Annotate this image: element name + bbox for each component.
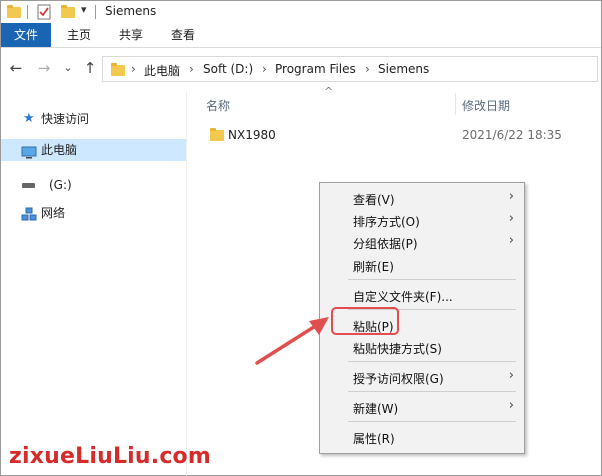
address-bar[interactable]: › 此电脑 › Soft (D:) › Program Files › Siem… — [102, 56, 598, 82]
sidebar-item-label: 网络 — [41, 206, 66, 220]
menu-item-view[interactable]: 查看(V) › — [320, 187, 524, 209]
menu-item-label: 新建(W) — [353, 402, 399, 416]
menu-separator — [348, 361, 516, 362]
file-name: NX1980 — [228, 128, 276, 142]
chevron-right-icon[interactable]: › — [189, 62, 194, 76]
menu-item-group-by[interactable]: 分组依据(P) › — [320, 231, 524, 253]
sidebar-item-quick-access[interactable]: ★ 快速访问 — [1, 108, 186, 130]
sidebar-item-label: 快速访问 — [41, 112, 90, 126]
menu-item-label: 刷新(E) — [353, 260, 394, 274]
divider — [27, 5, 28, 19]
submenu-arrow-icon: › — [508, 233, 514, 248]
sidebar-item-drive-g[interactable]: (G:) — [1, 174, 186, 196]
properties-check-icon[interactable] — [37, 4, 51, 20]
folder-icon — [111, 63, 125, 76]
annotation-arrow-icon — [255, 317, 329, 365]
tab-file[interactable]: 文件 — [1, 23, 51, 47]
menu-item-label: 属性(R) — [353, 432, 395, 446]
folder-icon — [7, 5, 21, 18]
breadcrumb-siemens[interactable]: Siemens — [378, 62, 429, 76]
breadcrumb-this-pc[interactable]: 此电脑 — [144, 62, 180, 79]
pin-icon: ★ — [23, 111, 35, 126]
folder-icon — [210, 128, 224, 141]
file-date-modified: 2021/6/22 18:35 — [462, 128, 562, 142]
submenu-arrow-icon: › — [508, 189, 514, 204]
menu-item-label: 查看(V) — [353, 193, 395, 207]
recent-locations-icon[interactable]: ⌄ — [59, 59, 77, 77]
paste-highlight-box — [331, 307, 399, 335]
menu-item-paste-shortcut[interactable]: 粘贴快捷方式(S) — [320, 336, 524, 358]
breadcrumb-program-files[interactable]: Program Files — [275, 62, 356, 76]
submenu-arrow-icon: › — [508, 398, 514, 413]
column-divider[interactable] — [455, 93, 456, 115]
menu-item-label: 分组依据(P) — [353, 237, 418, 251]
forward-arrow-icon[interactable]: → — [35, 59, 53, 77]
menu-separator — [348, 391, 516, 392]
sidebar-item-network[interactable]: 网络 — [1, 202, 186, 224]
divider — [95, 5, 96, 19]
submenu-arrow-icon: › — [508, 211, 514, 226]
menu-item-give-access-to[interactable]: 授予访问权限(G) › — [320, 366, 524, 388]
sort-ascending-icon: ^ — [324, 85, 334, 98]
menu-separator — [348, 279, 516, 280]
chevron-right-icon[interactable]: › — [262, 62, 267, 76]
menu-item-label: 自定义文件夹(F)... — [353, 290, 453, 304]
back-arrow-icon[interactable]: ← — [7, 59, 25, 77]
menu-item-refresh[interactable]: 刷新(E) — [320, 254, 524, 276]
column-header-date-modified[interactable]: 修改日期 — [462, 97, 510, 114]
menu-item-label: 排序方式(O) — [353, 215, 420, 229]
explorer-window: ▾ Siemens 文件 主页 共享 查看 ← → ⌄ ↑ › 此电脑 › So… — [0, 0, 602, 476]
menu-separator — [348, 421, 516, 422]
sidebar-item-label: 此电脑 — [41, 143, 78, 157]
drive-icon — [22, 183, 35, 188]
file-row[interactable]: NX1980 2021/6/22 18:35 — [204, 125, 598, 145]
navigation-bar: ← → ⌄ ↑ › 此电脑 › Soft (D:) › Program File… — [1, 48, 601, 90]
tab-share[interactable]: 共享 — [109, 23, 153, 47]
tab-view[interactable]: 查看 — [161, 23, 205, 47]
column-header-name[interactable]: 名称 — [206, 97, 230, 114]
watermark-text: zixueLiuLiu.com — [9, 444, 211, 469]
sidebar-item-this-pc[interactable]: 此电脑 — [1, 139, 186, 161]
sidebar-item-label: (G:) — [49, 178, 72, 192]
ribbon-tabs: 文件 主页 共享 查看 — [1, 23, 601, 48]
menu-item-label: 授予访问权限(G) — [353, 372, 444, 386]
chevron-right-icon[interactable]: › — [131, 62, 136, 76]
submenu-arrow-icon: › — [508, 368, 514, 383]
menu-item-sort-by[interactable]: 排序方式(O) › — [320, 209, 524, 231]
breadcrumb-soft-d[interactable]: Soft (D:) — [203, 62, 253, 76]
menu-item-properties[interactable]: 属性(R) — [320, 426, 524, 448]
new-folder-icon[interactable] — [61, 5, 75, 18]
window-title: Siemens — [105, 4, 157, 18]
network-icon — [21, 206, 37, 228]
chevron-right-icon[interactable]: › — [365, 62, 370, 76]
title-bar: ▾ Siemens — [1, 1, 601, 23]
menu-item-customize-folder[interactable]: 自定义文件夹(F)... — [320, 284, 524, 306]
pane-divider[interactable] — [186, 91, 187, 476]
computer-icon — [21, 144, 37, 166]
up-arrow-icon[interactable]: ↑ — [81, 59, 99, 77]
menu-item-label: 粘贴快捷方式(S) — [353, 342, 442, 356]
menu-item-new[interactable]: 新建(W) › — [320, 396, 524, 418]
tab-home[interactable]: 主页 — [57, 23, 101, 47]
customize-toolbar-dropdown-icon[interactable]: ▾ — [81, 3, 87, 19]
